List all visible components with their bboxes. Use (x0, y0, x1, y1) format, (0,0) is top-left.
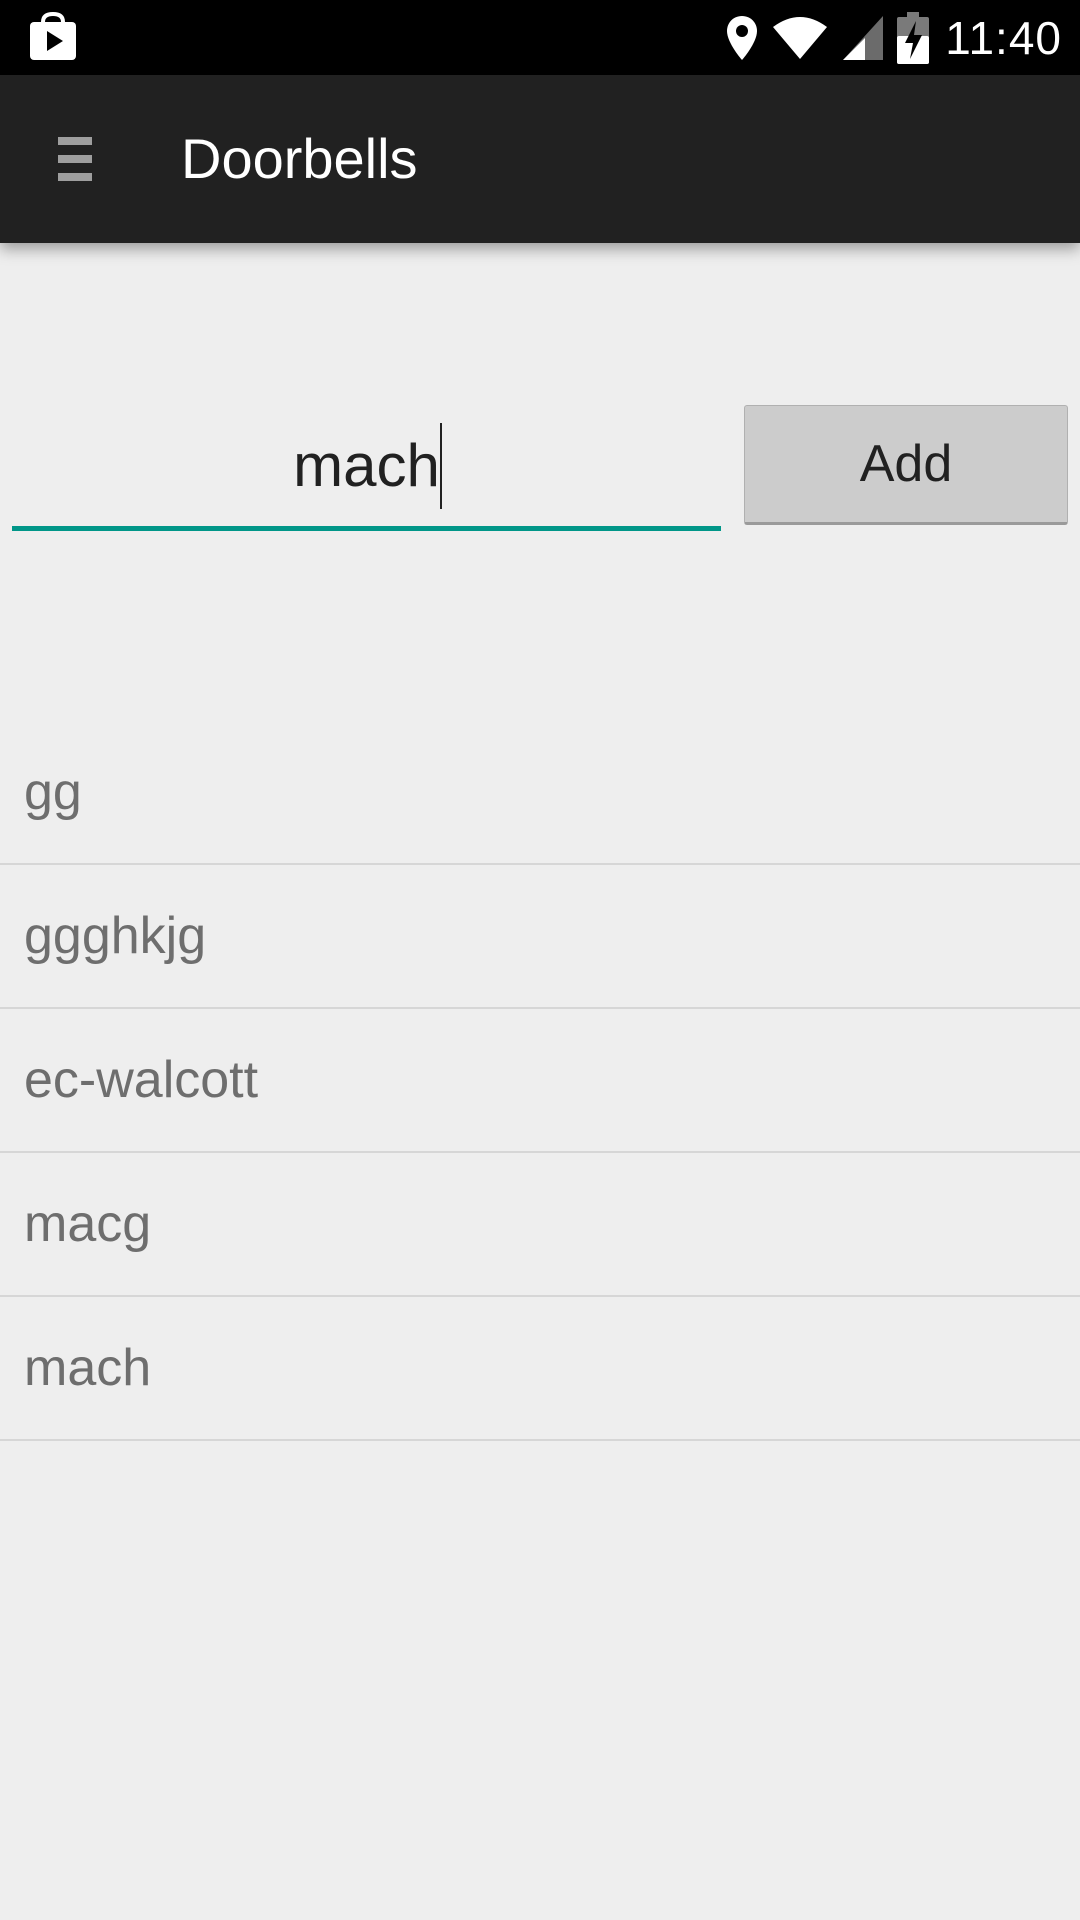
doorbell-list: gg ggghkjg ec-walcott macg mach (0, 720, 1080, 1441)
list-item[interactable]: mach (0, 1297, 1080, 1441)
input-underline (12, 526, 721, 531)
doorbell-name-field[interactable] (12, 405, 721, 531)
text-cursor (440, 423, 442, 509)
cell-signal-icon (841, 14, 885, 62)
hamburger-menu-icon[interactable] (58, 137, 92, 181)
list-item[interactable]: macg (0, 1153, 1080, 1297)
list-item[interactable]: ec-walcott (0, 1009, 1080, 1153)
list-item[interactable]: gg (0, 720, 1080, 865)
status-bar: 11:40 (0, 0, 1080, 75)
play-store-bag-icon (28, 11, 78, 62)
status-time: 11:40 (945, 11, 1062, 64)
add-button[interactable]: Add (744, 405, 1068, 525)
list-item[interactable]: ggghkjg (0, 865, 1080, 1009)
action-bar: Doorbells (0, 75, 1080, 243)
battery-charging-icon (897, 11, 930, 64)
app-title: Doorbells (181, 127, 418, 190)
location-pin-icon (725, 14, 759, 62)
wifi-icon (771, 15, 829, 61)
doorbell-name-input[interactable] (12, 405, 721, 525)
